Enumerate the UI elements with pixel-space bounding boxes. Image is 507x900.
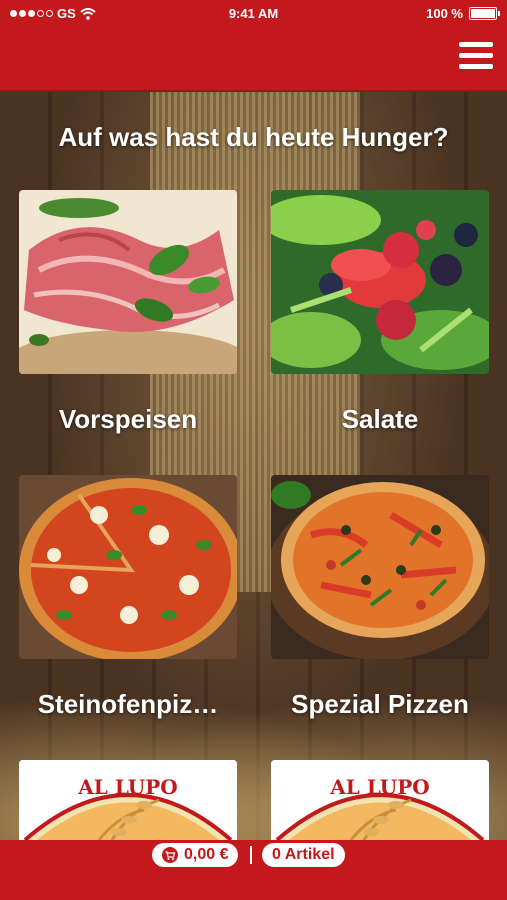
category-grid: Auf was hast du heute Hunger? Vorspeisen [0, 92, 507, 840]
svg-text:AL LUPO: AL LUPO [77, 775, 177, 799]
category-card-vorspeisen[interactable]: Vorspeisen [19, 190, 237, 435]
prosciutto-photo [19, 190, 237, 374]
stone-oven-pizza-photo [19, 475, 237, 659]
category-label: Spezial Pizzen [291, 689, 469, 719]
hamburger-menu-icon[interactable] [459, 42, 493, 72]
cart-item-count: 0 Artikel [272, 846, 335, 863]
category-card-salate[interactable]: Salate [271, 190, 489, 435]
category-label: Salate [341, 404, 419, 434]
category-label: Steinofenpiz… [37, 689, 219, 719]
cart-items-button[interactable]: 0 Artikel [262, 843, 345, 867]
battery-percent: 100 % [426, 6, 463, 21]
category-label: Vorspeisen [58, 404, 198, 434]
cart-divider [250, 846, 252, 864]
svg-text:AL LUPO: AL LUPO [329, 775, 429, 799]
page-heading: Auf was hast du heute Hunger? [58, 122, 449, 152]
cart-total-button[interactable]: 0,00 € [152, 843, 239, 867]
category-card-spezial-pizzen[interactable]: Spezial Pizzen [271, 475, 489, 720]
category-card-logo-1[interactable]: AL LUPO [19, 760, 237, 840]
top-navbar [0, 28, 507, 92]
al-lupo-logo: AL LUPO [19, 760, 237, 840]
category-card-logo-2[interactable]: AL LUPO [271, 760, 489, 840]
category-card-steinofenpizza[interactable]: Steinofenpiz… [19, 475, 237, 720]
battery-icon [469, 7, 500, 20]
cart-icon [162, 847, 178, 863]
special-pizza-photo [271, 475, 489, 659]
status-bar: GS 9:41 AM 100 % [0, 0, 507, 28]
cart-bar [0, 840, 507, 900]
battery-indicator: 100 % [426, 6, 500, 21]
salad-photo [271, 190, 489, 374]
cart-total: 0,00 € [184, 846, 229, 863]
al-lupo-logo: AL LUPO [271, 760, 489, 840]
